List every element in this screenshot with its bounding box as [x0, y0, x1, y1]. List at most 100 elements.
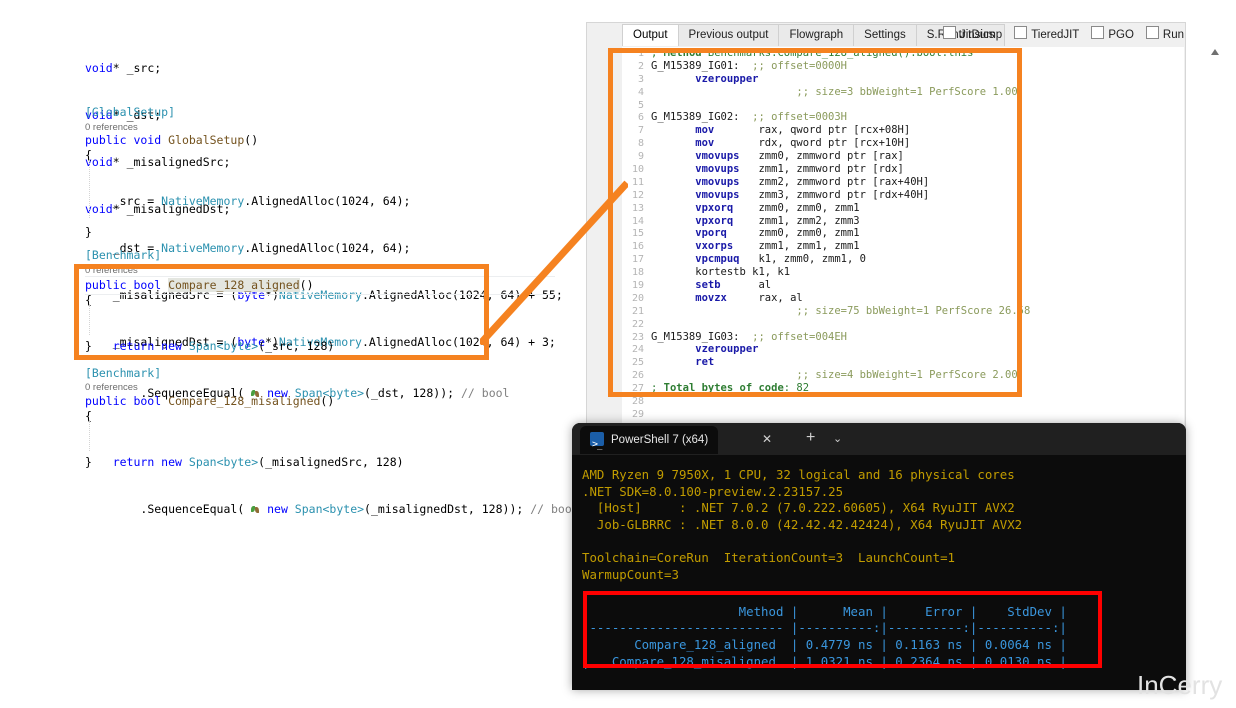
checkbox-tieredjit[interactable]: TieredJIT [1014, 26, 1079, 43]
asm-line-text: vpxorq [651, 201, 734, 214]
asm-line: 18 kortestb k1, k1 [622, 266, 1184, 279]
benchmark-misaligned-signature: public bool Compare_128_misaligned() [85, 394, 335, 408]
checkbox-pgo[interactable]: PGO [1091, 26, 1134, 43]
asm-line: 16 vxorps zmm1, zmm1, zmm1 [622, 240, 1184, 253]
asm-line-text: ;; size=75 bbWeight=1 PerfScore 26.58 [651, 304, 1031, 317]
code-line: _src = NativeMemory.AlignedAlloc(1024, 6… [85, 194, 411, 209]
asm-line: 29 [622, 408, 1184, 421]
asm-line: 23 G_M15389_IG03: ;; offset=004EH [622, 331, 1184, 344]
asm-line-text: vzeroupper [651, 72, 759, 85]
asm-line-text: ; [651, 382, 664, 395]
checkbox-box[interactable] [1014, 26, 1028, 39]
asm-line: 19 setb al [622, 279, 1184, 292]
asm-line-text [651, 99, 657, 111]
benchmark-misaligned-close-brace: } [85, 455, 92, 469]
asm-line-text: setb [651, 279, 721, 292]
terminal-tab[interactable]: PowerShell 7 (x64) [580, 426, 719, 460]
close-icon[interactable]: ✕ [762, 432, 772, 446]
terminal-tab-title: PowerShell 7 (x64) [611, 434, 709, 446]
checkbox-run[interactable]: Run [1145, 26, 1184, 43]
asm-line-text: mov [651, 124, 715, 137]
tab-output[interactable]: Output [622, 24, 679, 46]
terminal-titlebar[interactable]: PowerShell 7 (x64) ✕ + ⌄ [572, 423, 1186, 460]
asm-line-text: rax, qword ptr [rcx+08H] [714, 124, 911, 137]
results-highlight-box [583, 591, 1102, 668]
disasm-options: JitDump TieredJIT PGO Run [931, 26, 1184, 46]
globalsetup-signature: public void GlobalSetup() [85, 133, 259, 147]
asm-line-text: ;; size=4 bbWeight=1 PerfScore 2.00 [651, 369, 1018, 382]
tab-previous-output[interactable]: Previous output [677, 24, 780, 46]
asm-line: 2 G_M15389_IG01: ;; offset=0000H [622, 60, 1184, 73]
asm-line-text: rdx, qword ptr [rcx+10H] [714, 137, 911, 150]
terminal-line: Toolchain=CoreRun IterationCount=3 Launc… [582, 549, 955, 565]
tab-settings[interactable]: Settings [853, 24, 917, 46]
asm-line-text: zmm1, zmm1, zmm1 [733, 240, 860, 253]
watermark: InCerry [1137, 670, 1223, 700]
asm-line-text: Total bytes of code [663, 382, 784, 395]
asm-line-text: ;; size=3 bbWeight=1 PerfScore 1.00 [651, 85, 1018, 98]
asm-line-text: G_M15389_IG02: [651, 111, 740, 124]
asm-line-text: mov [651, 137, 715, 150]
checkbox-box[interactable] [1145, 26, 1159, 39]
field-line: void* void* _src;_src; [85, 61, 162, 76]
asm-line: 4 ;; size=3 bbWeight=1 PerfScore 1.00 [622, 86, 1184, 99]
asm-line-text: vpxorq [651, 214, 734, 227]
benchmark-misaligned-attribute: [Benchmark] [85, 366, 162, 380]
asm-line-text: al [720, 279, 772, 292]
asm-line: 9 vmovups zmm0, zmmword ptr [rax] [622, 150, 1184, 163]
code-line: return new Span<byte>(_misalignedSrc, 12… [112, 455, 404, 470]
asm-line: 26 ;; size=4 bbWeight=1 PerfScore 2.00 [622, 369, 1184, 382]
asm-line: 14 vpxorq zmm1, zmm2, zmm3 [622, 215, 1184, 228]
asm-line: 24 vzeroupper [622, 343, 1184, 356]
asm-line-text: Benchmarks:Compare_128_aligned():bool:th… [701, 47, 974, 59]
asm-line: 6 G_M15389_IG02: ;; offset=0003H [622, 111, 1184, 124]
checkbox-jitdump[interactable]: JitDump [943, 26, 1002, 43]
terminal-line: .NET SDK=8.0.100-preview.2.23157.25 [582, 483, 844, 499]
asm-line-text: vzeroupper [651, 343, 759, 356]
disassembly-output[interactable]: 1; Method Benchmarks:Compare_128_aligned… [622, 47, 1184, 451]
asm-line: 3 vzeroupper [622, 73, 1184, 86]
checkbox-box[interactable] [943, 26, 956, 39]
asm-line: 21 ;; size=75 bbWeight=1 PerfScore 26.58 [622, 305, 1184, 318]
new-tab-icon[interactable]: + [806, 429, 815, 447]
checkbox-label: JitDump [960, 29, 1003, 41]
asm-line: 1; Method Benchmarks:Compare_128_aligned… [622, 47, 1184, 60]
globalsetup-codelens[interactable]: 0 references [85, 122, 138, 133]
asm-line-text: zmm3, zmmword ptr [rdx+40H] [739, 188, 930, 201]
asm-line: 12 vmovups zmm3, zmmword ptr [rdx+40H] [622, 189, 1184, 202]
asm-line-text: k1, zmm0, zmm1, 0 [739, 253, 866, 266]
asm-line-text: ;; offset=004EH [739, 330, 847, 343]
globalsetup-attribute: [GlobalSetup] [85, 105, 176, 119]
asm-line-text: zmm0, zmm0, zmm1 [733, 201, 860, 214]
benchmark-misaligned-body: return new Span<byte>(_misalignedSrc, 12… [85, 424, 579, 549]
asm-line-text [651, 318, 657, 330]
code-highlight-box [74, 264, 489, 360]
benchmark-misaligned-codelens[interactable]: 0 references [85, 382, 138, 393]
asm-line-text: ;; offset=0000H [739, 59, 847, 72]
asm-line: 7 mov rax, qword ptr [rcx+08H] [622, 124, 1184, 137]
powershell-icon [590, 431, 604, 460]
asm-line: 11 vmovups zmm2, zmmword ptr [rax+40H] [622, 176, 1184, 189]
asm-line-text: G_M15389_IG03: [651, 330, 740, 343]
chevron-down-icon[interactable]: ⌄ [833, 432, 842, 445]
asm-line-text: movzx [651, 291, 727, 304]
asm-line-text: ret [651, 356, 715, 369]
asm-line-text [651, 408, 657, 420]
asm-line-text: ; [651, 47, 664, 59]
checkbox-box[interactable] [1091, 26, 1105, 39]
asm-line: 27; Total bytes of code: 82 [622, 382, 1184, 395]
asm-line-number: 29 [631, 408, 644, 420]
scroll-up-icon[interactable] [1208, 46, 1222, 58]
terminal-line: [Host] : .NET 7.0.2 (7.0.222.60605), X64… [582, 500, 1015, 516]
asm-line-text: zmm1, zmmword ptr [rdx] [739, 163, 904, 176]
asm-line-text: rax, al [726, 291, 803, 304]
asm-line: 13 vpxorq zmm0, zmm0, zmm1 [622, 202, 1184, 215]
asm-line-text: zmm0, zmm0, zmm1 [726, 227, 860, 240]
asm-line: 28 [622, 395, 1184, 408]
asm-line-text: G_M15389_IG01: [651, 59, 740, 72]
asm-line-text: vmovups [651, 150, 740, 163]
asm-line: 10 vmovups zmm1, zmmword ptr [rdx] [622, 163, 1184, 176]
asm-line: 15 vporq zmm0, zmm0, zmm1 [622, 227, 1184, 240]
tab-flowgraph[interactable]: Flowgraph [778, 24, 855, 46]
